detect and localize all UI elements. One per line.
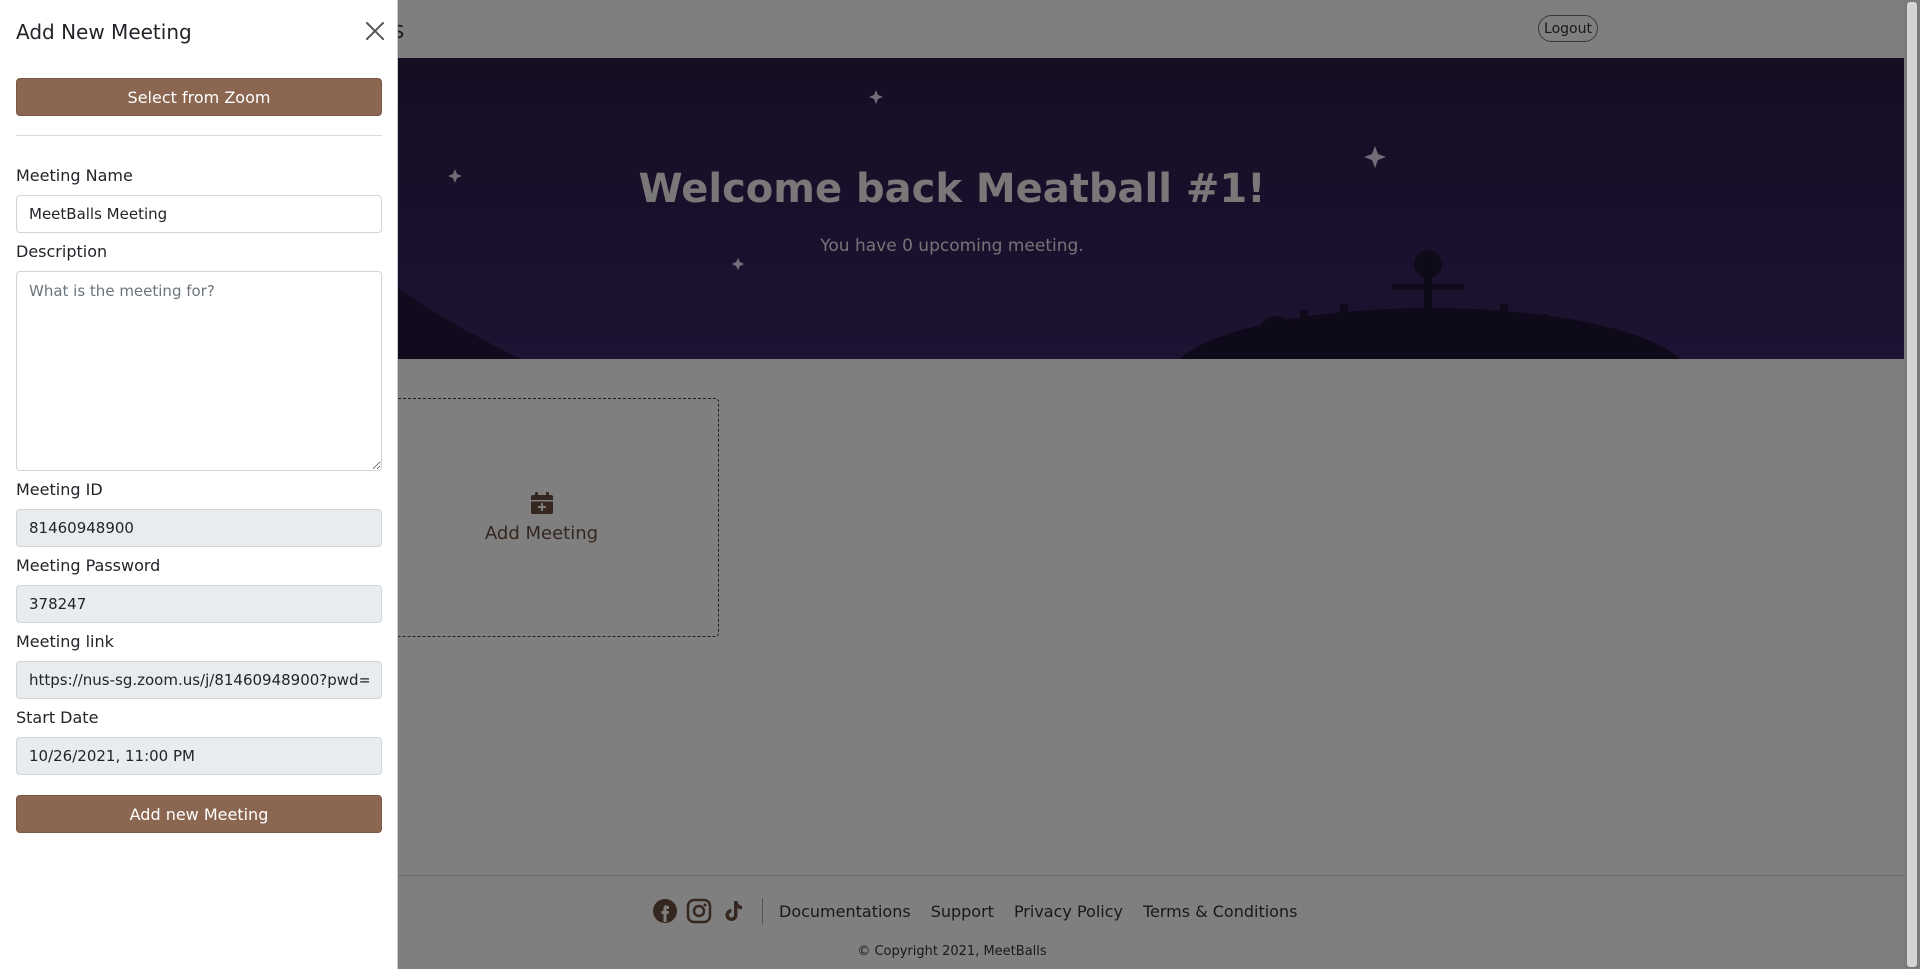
meeting-password-input[interactable] <box>16 585 382 623</box>
meeting-name-label: Meeting Name <box>16 166 133 185</box>
meeting-password-label: Meeting Password <box>16 556 161 575</box>
start-date-label: Start Date <box>16 708 99 727</box>
close-icon[interactable] <box>364 20 386 42</box>
add-meeting-panel: Add New Meeting Select from Zoom Meeting… <box>0 0 398 969</box>
select-from-zoom-button[interactable]: Select from Zoom <box>16 78 382 116</box>
description-textarea[interactable] <box>16 271 382 471</box>
meeting-id-input[interactable] <box>16 509 382 547</box>
meeting-link-label: Meeting link <box>16 632 114 651</box>
divider <box>16 135 382 136</box>
description-label: Description <box>16 242 108 261</box>
meeting-link-input[interactable] <box>16 661 382 699</box>
meeting-name-input[interactable] <box>16 195 382 233</box>
scrollbar-thumb[interactable] <box>1907 2 1917 967</box>
meeting-id-label: Meeting ID <box>16 480 103 499</box>
start-date-input[interactable] <box>16 737 382 775</box>
add-new-meeting-button[interactable]: Add new Meeting <box>16 795 382 833</box>
panel-title: Add New Meeting <box>16 20 192 44</box>
